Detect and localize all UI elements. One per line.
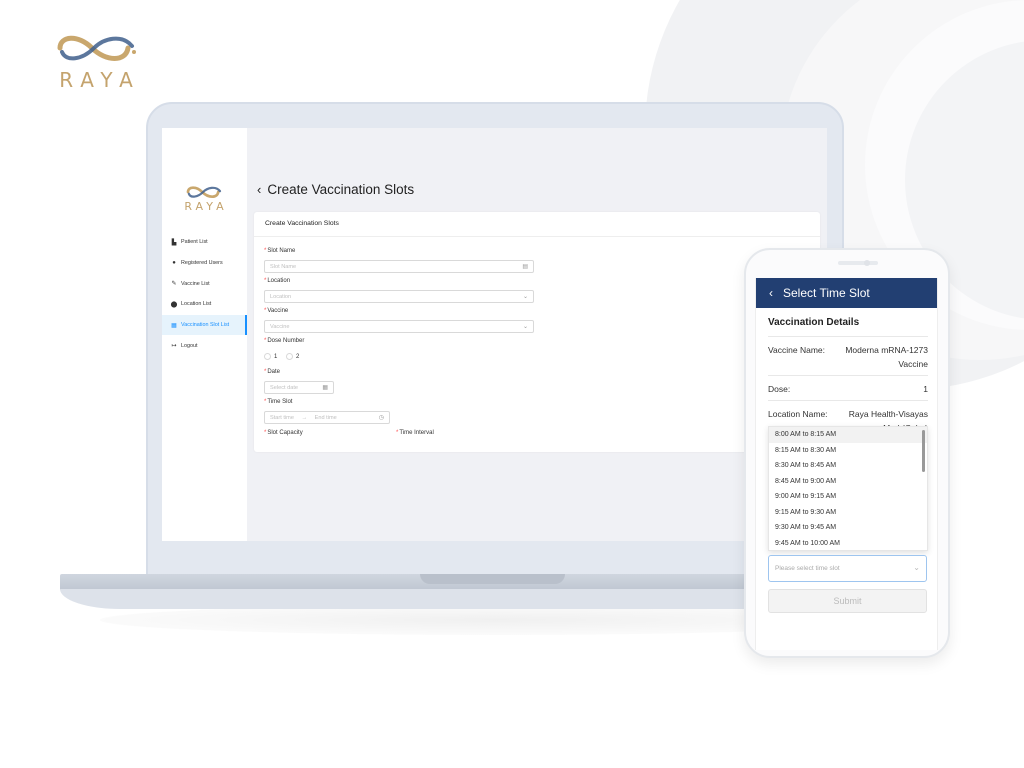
slot-capacity-label: *Slot Capacity [264, 430, 303, 436]
time-option[interactable]: 8:15 AM to 8:30 AM [769, 443, 927, 459]
brand-logo: RAYA [50, 30, 142, 92]
infinity-logo-icon [186, 186, 222, 198]
vaccine-label: *Vaccine [264, 308, 289, 314]
radio-circle [264, 353, 271, 360]
vaccination-details: Vaccination Details Vaccine Name: Modern… [768, 308, 928, 439]
sidebar-item-label: Logout [181, 342, 198, 349]
end-time-placeholder: End time [314, 415, 337, 421]
sidebar-item-logout[interactable]: ↦ Logout [162, 335, 247, 356]
infinity-logo-icon [57, 35, 136, 61]
time-option[interactable]: 8:45 AM to 9:00 AM [769, 474, 927, 490]
date-picker[interactable]: Select date ▦ [264, 381, 334, 394]
brand-name: RAYA [59, 68, 141, 92]
start-time-placeholder: Start time [270, 415, 294, 421]
logout-icon: ↦ [171, 343, 177, 350]
sidebar-item-label: Registered Users [181, 260, 223, 267]
mobile-app-screen: ‹ Select Time Slot Vaccination Details V… [755, 278, 938, 650]
time-option[interactable]: 9:15 AM to 9:30 AM [769, 505, 927, 521]
sidebar-item-vaccine-list[interactable]: ✎ Vaccine List [162, 273, 247, 294]
time-option[interactable]: 9:30 AM to 9:45 AM [769, 520, 927, 536]
laptop-notch [420, 574, 565, 584]
sidebar-item-registered-users[interactable]: ● Registered Users [162, 253, 247, 274]
dose-radio-1[interactable]: 1 [264, 353, 277, 360]
clock-icon: ◷ [378, 415, 384, 421]
admin-dashboard: RAYA ▙ Patient List ● Registered Users ✎… [162, 128, 827, 541]
mobile-header: ‹ Select Time Slot [756, 278, 937, 308]
user-icon: ● [172, 260, 176, 267]
mobile-header-title: Select Time Slot [783, 286, 870, 300]
sidebar-item-label: Vaccination Slot List [181, 322, 230, 329]
calendar-icon: ▦ [322, 385, 328, 391]
create-slot-form-card: Create Vaccination Slots *Slot Name Slot… [254, 212, 820, 452]
time-option[interactable]: 9:00 AM to 9:15 AM [769, 489, 927, 505]
sidebar-item-vaccination-slot-list[interactable]: ▦ Vaccination Slot List [162, 314, 247, 336]
location-pin-icon: ⬤ [170, 301, 178, 308]
phone-speaker [838, 261, 878, 265]
back-arrow-icon[interactable]: ‹ [257, 182, 261, 197]
back-arrow-icon[interactable]: ‹ [769, 286, 773, 300]
sidebar-item-patient-list[interactable]: ▙ Patient List [162, 232, 247, 253]
time-option[interactable]: 8:00 AM to 8:15 AM [769, 427, 927, 443]
slot-name-label: *Slot Name [264, 248, 296, 254]
sidebar-item-label: Location List [181, 301, 212, 308]
phone-camera [864, 260, 870, 266]
time-range-picker[interactable]: Start time → End time ◷ [264, 411, 390, 424]
chevron-down-icon: ⌄ [522, 324, 528, 330]
date-label: *Date [264, 369, 281, 375]
time-interval-label: *Time Interval [396, 430, 434, 436]
syringe-icon: ✎ [171, 281, 177, 288]
time-option[interactable]: 8:30 AM to 8:45 AM [769, 458, 927, 474]
dose-radio-2[interactable]: 2 [286, 353, 299, 360]
sidebar-logo: RAYA [176, 184, 232, 213]
time-slot-dropdown: 8:00 AM to 8:15 AM 8:15 AM to 8:30 AM 8:… [768, 426, 928, 551]
detail-row-vaccine: Vaccine Name: Moderna mRNA-1273 Vaccine [768, 336, 928, 375]
marketing-mockup: RAYA RAYA ▙ Patient List ● Registered Us… [0, 0, 1024, 768]
card-title: Create Vaccination Slots [254, 212, 820, 237]
detail-row-dose: Dose: 1 [768, 375, 928, 400]
sidebar: RAYA ▙ Patient List ● Registered Users ✎… [162, 128, 247, 541]
slot-name-input[interactable]: Slot Name ▤ [264, 260, 534, 273]
dose-number-label: *Dose Number [264, 338, 305, 344]
location-select[interactable]: Location ⌄ [264, 290, 534, 303]
sidebar-item-location-list[interactable]: ⬤ Location List [162, 294, 247, 315]
building-icon: ▦ [171, 322, 177, 329]
time-option[interactable]: 9:45 AM to 10:00 AM [769, 536, 927, 551]
submit-button[interactable]: Submit [768, 589, 927, 613]
location-label: *Location [264, 278, 291, 284]
dropdown-scrollbar[interactable] [922, 430, 925, 472]
page-title: Create Vaccination Slots [267, 182, 415, 197]
range-arrow-icon: → [301, 415, 308, 421]
patient-list-icon: ▙ [171, 239, 177, 246]
vaccine-select[interactable]: Vaccine ⌄ [264, 320, 534, 333]
chevron-down-icon: ⌄ [522, 294, 528, 300]
sidebar-item-label: Patient List [181, 239, 208, 246]
chevron-down-icon: ⌄ [913, 563, 920, 572]
time-slot-select[interactable]: Please select time slot ⌄ [768, 555, 927, 582]
sidebar-logo-text: RAYA [184, 200, 228, 213]
time-slot-label: *Time Slot [264, 399, 293, 405]
sidebar-nav: ▙ Patient List ● Registered Users ✎ Vacc… [162, 232, 247, 356]
section-title: Vaccination Details [768, 317, 860, 328]
calendar-list-icon: ▤ [522, 264, 528, 270]
page-header: ‹ Create Vaccination Slots [257, 182, 414, 197]
radio-circle [286, 353, 293, 360]
sidebar-item-label: Vaccine List [181, 280, 210, 287]
